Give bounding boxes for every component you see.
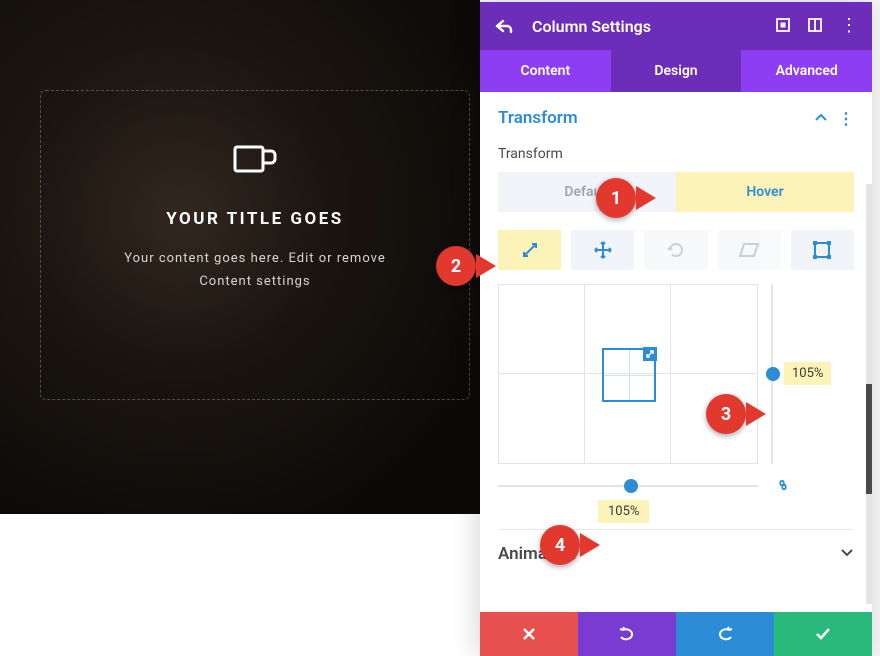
page-preview: YOUR TITLE GOES Your content goes here. … — [0, 0, 480, 514]
chevron-up-icon — [814, 111, 828, 125]
scale-y-value: 105% — [784, 362, 831, 385]
link-axes-icon[interactable] — [774, 477, 792, 496]
save-button[interactable] — [774, 612, 872, 656]
state-hover-button[interactable]: Hover — [676, 172, 854, 212]
resize-handle-icon[interactable] — [643, 347, 657, 361]
state-toggle: Default Hover — [498, 172, 854, 212]
tab-design[interactable]: Design — [611, 50, 742, 92]
panel-footer — [480, 612, 872, 656]
rotate-icon[interactable] — [644, 230, 707, 270]
undo-button[interactable] — [578, 612, 676, 656]
blurb-module[interactable]: YOUR TITLE GOES Your content goes here. … — [40, 90, 470, 400]
field-label-transform: Transform — [498, 146, 854, 162]
back-icon[interactable] — [494, 18, 514, 34]
scale-y-thumb[interactable] — [766, 367, 780, 381]
redo-button[interactable] — [676, 612, 774, 656]
panel-body: Transform ⋮ Transform Default Hover — [480, 92, 872, 612]
cup-icon — [41, 141, 469, 185]
chevron-down-icon — [840, 544, 854, 564]
scale-x-slider[interactable] — [498, 480, 758, 492]
scale-y-slider[interactable] — [766, 284, 778, 464]
discard-button[interactable] — [480, 612, 578, 656]
more-icon[interactable]: ⋮ — [840, 17, 858, 35]
tab-advanced[interactable]: Advanced — [741, 50, 872, 92]
section-animation-header[interactable]: Animation — [498, 529, 854, 564]
panel-title: Column Settings — [532, 17, 776, 36]
section-title: Transform — [498, 108, 578, 128]
scrollbar[interactable] — [866, 184, 872, 604]
state-default-button[interactable]: Default — [498, 172, 676, 212]
blurb-title: YOUR TITLE GOES — [41, 209, 469, 229]
transform-pad-area: 105% 105% — [498, 284, 778, 514]
section-more-icon[interactable]: ⋮ — [838, 109, 854, 128]
transform-type-row — [498, 230, 854, 270]
scale-x-thumb[interactable] — [624, 479, 638, 493]
blurb-content: Your content goes here. Edit or remove C… — [41, 247, 469, 294]
preview-below — [0, 514, 480, 656]
settings-panel: Column Settings ⋮ Content Design Advance… — [480, 2, 872, 656]
tab-bar: Content Design Advanced — [480, 50, 872, 92]
move-icon[interactable] — [571, 230, 634, 270]
animation-title: Animation — [498, 544, 576, 564]
panel-header: Column Settings ⋮ — [480, 2, 872, 50]
scale-icon[interactable] — [498, 230, 561, 270]
columns-icon[interactable] — [808, 17, 822, 36]
origin-icon[interactable] — [791, 230, 854, 270]
transform-pad[interactable] — [498, 284, 758, 464]
section-transform-header[interactable]: Transform ⋮ — [498, 108, 854, 128]
scale-x-value: 105% — [598, 500, 649, 523]
tab-content[interactable]: Content — [480, 50, 611, 92]
skew-icon[interactable] — [718, 230, 781, 270]
expand-icon[interactable] — [776, 17, 790, 36]
scrollbar-thumb[interactable] — [866, 384, 872, 494]
scale-box[interactable] — [602, 348, 656, 402]
